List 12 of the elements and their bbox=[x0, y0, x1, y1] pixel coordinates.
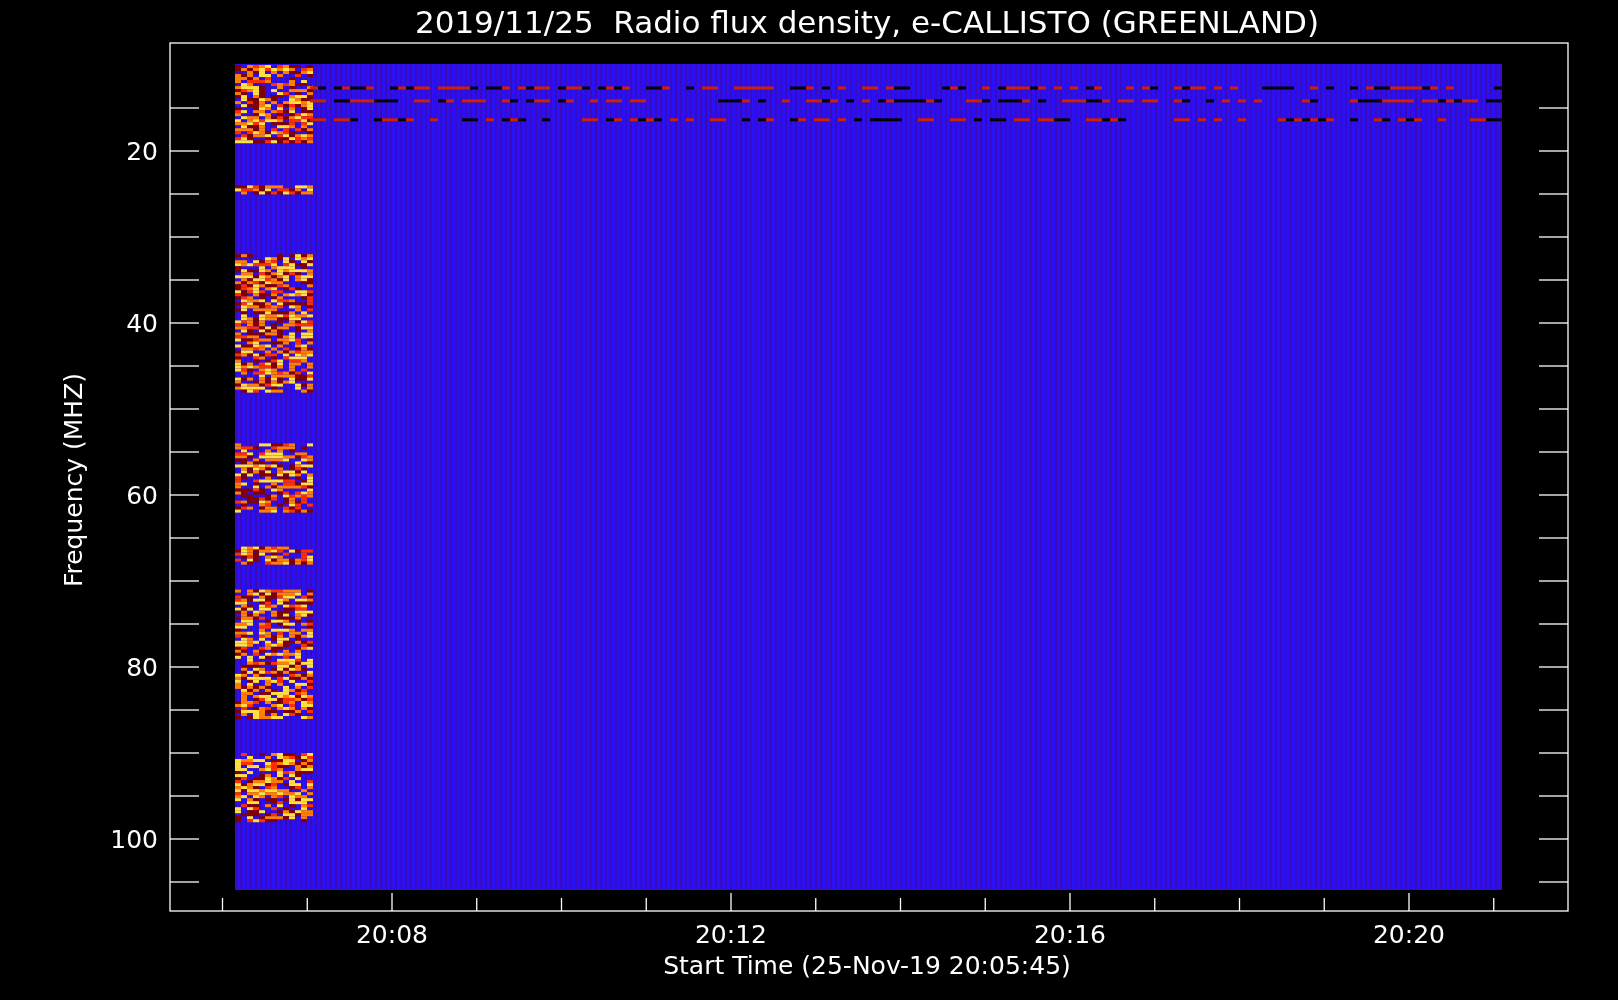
x-tick-label: 20:16 bbox=[1034, 920, 1106, 949]
y-tick-label: 40 bbox=[126, 309, 158, 338]
x-axis-label: Start Time (25-Nov-19 20:05:45) bbox=[663, 951, 1071, 980]
y-axis-label: Frequency (MHZ) bbox=[59, 372, 88, 588]
y-tick-label: 60 bbox=[126, 481, 158, 510]
x-tick-label: 20:12 bbox=[695, 920, 767, 949]
y-tick-label: 100 bbox=[110, 825, 158, 854]
y-tick-label: 20 bbox=[126, 137, 158, 166]
x-tick-label: 20:20 bbox=[1373, 920, 1445, 949]
x-tick-label: 20:08 bbox=[356, 920, 428, 949]
chart-title: 2019/11/25 Radio flux density, e-CALLISTO (GREENLAND) bbox=[414, 4, 1320, 40]
y-tick-label: 80 bbox=[126, 653, 158, 682]
